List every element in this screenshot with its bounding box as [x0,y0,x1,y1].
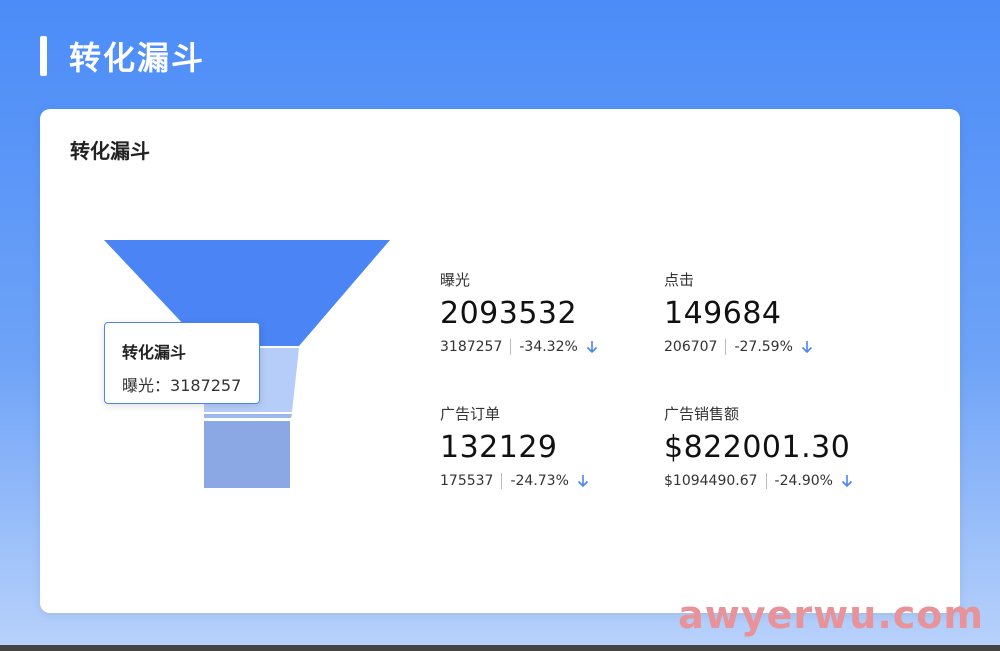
tooltip-title: 转化漏斗 [122,343,187,362]
metric-sub: 206707 -27.59% [664,339,813,355]
metric-sub: 175537 -24.73% [440,473,589,489]
arrow-down-icon [841,475,853,488]
funnel-stage-orders[interactable] [204,414,292,418]
arrow-down-icon [801,341,812,354]
funnel-card: 转化漏斗 转化漏斗 曝光：3187257 曝光 2093532 3187257 … [40,109,960,613]
page-header: 转化漏斗 [40,34,205,78]
metric-prev: 3187257 [440,339,503,355]
tooltip-value: 3187257 [170,376,242,395]
bottom-strip [0,645,1000,651]
metric-prev: $1094490.67 [664,473,758,489]
metric-divider [765,473,767,489]
metric-divider [510,339,512,355]
metric-change: -34.32% [519,339,578,355]
metric-value: $822001.30 [664,430,851,465]
funnel-stage-sales[interactable] [204,421,290,488]
metric-value: 132129 [440,430,558,465]
metric-exposure: 曝光 2093532 3187257 -34.32% [440,269,598,355]
funnel-tooltip: 转化漏斗 曝光：3187257 [104,322,260,404]
page-title: 转化漏斗 [69,39,206,77]
tooltip-row: 曝光：3187257 [122,376,242,395]
metric-prev: 175537 [440,473,494,489]
arrow-down-icon [586,341,597,354]
metric-value: 149684 [664,296,782,331]
metric-label: 曝光 [440,271,471,289]
metric-change: -24.90% [774,473,833,489]
metric-ad-orders: 广告订单 132129 175537 -24.73% [440,403,589,489]
metric-label: 广告订单 [440,405,501,423]
metric-sub: $1094490.67 -24.90% [664,473,853,489]
metric-click: 点击 149684 206707 -27.59% [664,269,813,355]
watermark-text: awyerwu.com [678,593,984,637]
metric-sub: 3187257 -34.32% [440,339,598,355]
metric-change: -27.59% [734,339,793,355]
metric-divider [501,473,503,489]
arrow-down-icon [577,475,588,488]
tooltip-label: 曝光 [122,376,155,395]
metric-prev: 206707 [664,339,718,355]
metric-label: 点击 [664,271,695,289]
metric-divider [725,339,727,355]
metric-label: 广告销售额 [664,405,740,423]
header-accent-bar [40,36,47,76]
metric-value: 2093532 [440,296,578,331]
metric-ad-sales: 广告销售额 $822001.30 $1094490.67 -24.90% [664,403,853,489]
metric-change: -24.73% [510,473,569,489]
card-title: 转化漏斗 [70,139,150,163]
